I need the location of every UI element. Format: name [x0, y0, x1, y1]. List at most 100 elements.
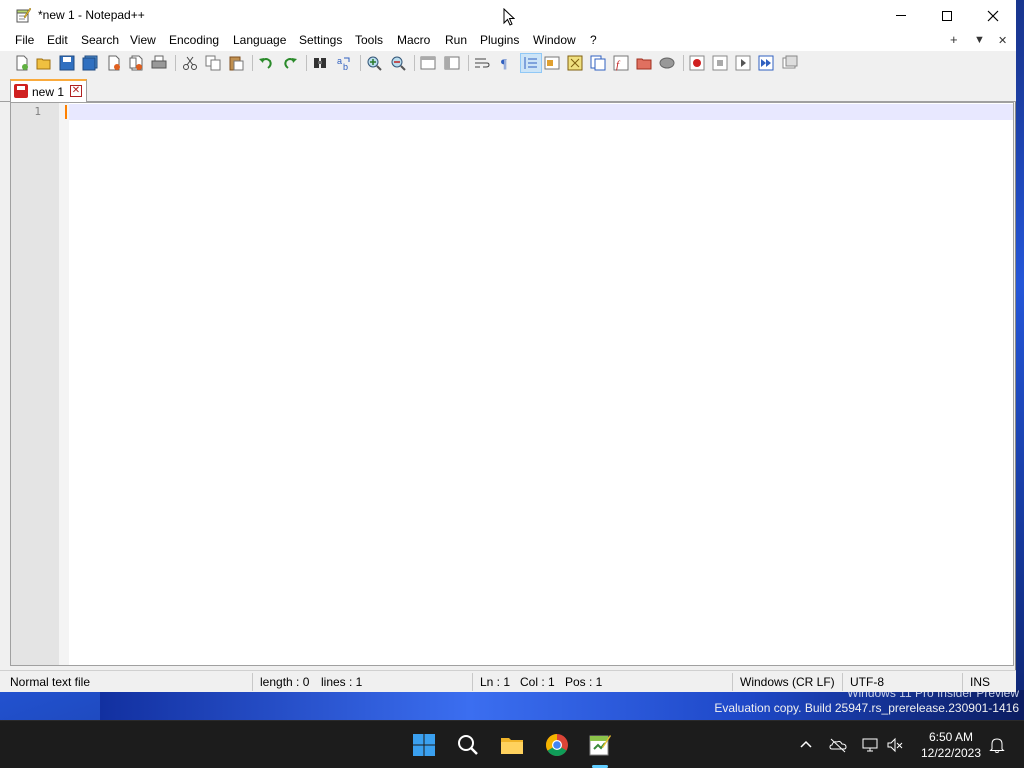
current-line-highlight [69, 104, 1013, 120]
status-insert-mode[interactable]: INS [970, 675, 990, 689]
toolbar-separator [306, 55, 307, 71]
tab-label: new 1 [32, 85, 65, 99]
status-eol-format[interactable]: Windows (CR LF) [740, 675, 835, 689]
status-file-type: Normal text file [10, 675, 91, 689]
status-lines: lines : 1 [321, 675, 363, 689]
status-bar: Normal text file length : 0 lines : 1 Ln… [0, 670, 1016, 692]
open-file-icon[interactable] [36, 55, 52, 71]
status-separator [472, 673, 473, 691]
close-all-icon[interactable] [128, 55, 144, 71]
new-file-icon[interactable] [14, 55, 30, 71]
notification-bell-icon[interactable] [988, 736, 1006, 754]
close-button[interactable] [970, 0, 1016, 31]
menu-tools[interactable]: Tools [354, 33, 384, 47]
menu-run[interactable]: Run [444, 33, 468, 47]
save-all-icon[interactable] [82, 55, 98, 71]
volume-muted-icon[interactable] [886, 736, 904, 754]
window-title: *new 1 - Notepad++ [38, 8, 145, 22]
menu-view[interactable]: View [129, 33, 157, 47]
toolbar-separator [175, 55, 176, 71]
menu-window[interactable]: Window [532, 33, 577, 47]
monitoring-icon[interactable] [659, 55, 675, 71]
start-icon[interactable] [412, 733, 436, 757]
menu-macro[interactable]: Macro [396, 33, 431, 47]
notepadpp-icon[interactable] [588, 733, 612, 757]
minimize-button[interactable] [878, 0, 924, 31]
status-separator [842, 673, 843, 691]
macro-save-icon[interactable] [782, 55, 798, 71]
macro-run-multiple-icon[interactable] [758, 55, 774, 71]
user-defined-language-icon[interactable] [544, 55, 560, 71]
toolbar-separator [414, 55, 415, 71]
fold-margin[interactable] [59, 103, 69, 665]
watermark-build: Evaluation copy. Build 25947.rs_prerelea… [714, 701, 1019, 715]
macro-stop-icon[interactable] [712, 55, 728, 71]
copy-icon[interactable] [205, 55, 221, 71]
text-editor[interactable]: 1 [10, 102, 1014, 666]
close-icon [987, 10, 999, 21]
clock-date: 12/22/2023 [920, 746, 982, 760]
macro-play-icon[interactable] [735, 55, 751, 71]
maximize-button[interactable] [924, 0, 970, 31]
onedrive-offline-icon[interactable] [829, 736, 847, 754]
word-wrap-icon[interactable] [474, 55, 490, 71]
sync-vertical-icon[interactable] [420, 55, 436, 71]
status-position: Pos : 1 [565, 675, 603, 689]
tab-new-1[interactable]: new 1 ✕ [10, 79, 87, 102]
print-icon[interactable] [151, 55, 167, 71]
clock-time: 6:50 AM [928, 730, 974, 744]
sync-horizontal-icon[interactable] [444, 55, 460, 71]
document-tab-bar: new 1 ✕ [0, 75, 1016, 102]
undo-icon[interactable] [258, 55, 274, 71]
menu-encoding[interactable]: Encoding [168, 33, 220, 47]
system-clock[interactable]: 6:50 AM 12/22/2023 [916, 729, 986, 761]
zoom-in-icon[interactable] [366, 55, 382, 71]
taskbar: 6:50 AM 12/22/2023 [0, 720, 1024, 768]
close-file-icon[interactable] [106, 55, 122, 71]
redo-icon[interactable] [282, 55, 298, 71]
menu-edit[interactable]: Edit [46, 33, 69, 47]
menu-bar: File Edit Search View Encoding Language … [0, 31, 1016, 51]
close-document-icon[interactable]: ✕ [998, 34, 1007, 47]
status-length: length : 0 [260, 675, 310, 689]
notepadpp-app-icon[interactable] [15, 7, 31, 23]
chevron-up-icon[interactable] [797, 736, 815, 754]
indent-guide-icon[interactable] [523, 55, 539, 71]
svg-text:¶: ¶ [501, 56, 507, 71]
toolbar: ab ¶ f [0, 51, 1016, 75]
toolbar-separator [683, 55, 684, 71]
find-icon[interactable] [312, 55, 328, 71]
paste-icon[interactable] [228, 55, 244, 71]
status-encoding[interactable]: UTF-8 [850, 675, 884, 689]
tab-close-icon[interactable]: ✕ [70, 85, 82, 97]
menu-help[interactable]: ? [589, 33, 598, 47]
search-icon[interactable] [456, 733, 480, 757]
maximize-icon [942, 10, 952, 21]
mouse-pointer-icon [503, 8, 515, 26]
unsaved-file-icon [14, 84, 28, 98]
chrome-icon[interactable] [545, 733, 569, 757]
menu-plugins[interactable]: Plugins [479, 33, 520, 47]
macro-record-icon[interactable] [689, 55, 705, 71]
function-list-icon[interactable]: f [613, 55, 629, 71]
svg-text:a: a [337, 56, 342, 66]
new-tab-plus-icon[interactable]: + [950, 32, 958, 47]
menu-search[interactable]: Search [80, 33, 120, 47]
document-list-icon[interactable] [590, 55, 606, 71]
file-explorer-icon[interactable] [500, 733, 524, 757]
toolbar-separator [252, 55, 253, 71]
tab-list-dropdown-icon[interactable]: ▼ [974, 34, 985, 46]
cut-icon[interactable] [182, 55, 198, 71]
document-map-icon[interactable] [567, 55, 583, 71]
menu-settings[interactable]: Settings [298, 33, 343, 47]
replace-icon[interactable]: ab [336, 55, 352, 71]
menu-file[interactable]: File [14, 33, 35, 47]
zoom-out-icon[interactable] [390, 55, 406, 71]
folder-as-workspace-icon[interactable] [636, 55, 652, 71]
show-all-characters-icon[interactable]: ¶ [498, 55, 514, 71]
status-separator [732, 673, 733, 691]
save-icon[interactable] [59, 55, 75, 71]
menu-language[interactable]: Language [232, 33, 287, 47]
network-icon[interactable] [861, 736, 879, 754]
minimize-icon [896, 15, 906, 16]
